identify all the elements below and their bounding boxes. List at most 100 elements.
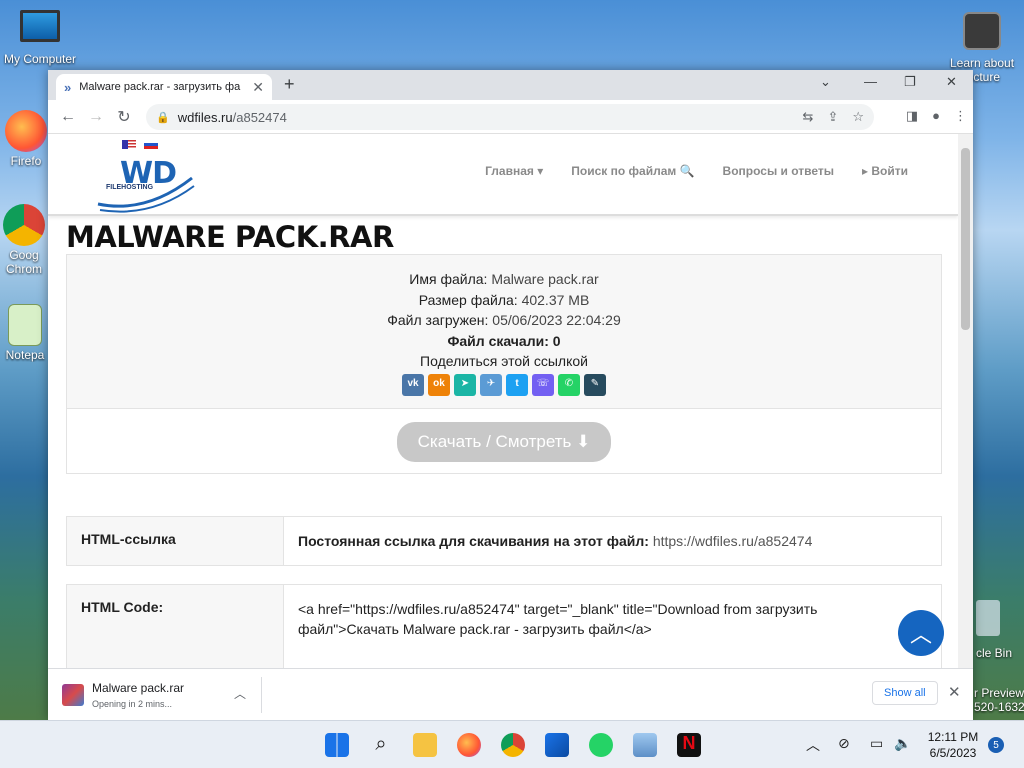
- site-header: WD FILEHOSTING Главная ▾ Поиск по файлам…: [48, 134, 958, 216]
- side-panel-icon[interactable]: ◨: [906, 108, 918, 124]
- taskbar-clock[interactable]: 12:11 PM 6/5/2023: [922, 729, 984, 761]
- back-icon[interactable]: ←: [54, 108, 82, 126]
- livejournal-share-icon[interactable]: ✎: [584, 373, 606, 396]
- chrome-icon: [3, 204, 45, 246]
- file-name-label: Имя файла:: [409, 271, 488, 287]
- volume-icon[interactable]: 🔈: [894, 735, 911, 752]
- browser-window: » Malware pack.rar - загрузить фа ✕ + ⌄ …: [48, 70, 973, 720]
- page-viewport: WD FILEHOSTING Главная ▾ Поиск по файлам…: [48, 134, 958, 668]
- download-item[interactable]: Malware pack.rar Opening in 2 mins... ︿: [62, 677, 262, 713]
- odnoklassniki-share-icon[interactable]: ok: [428, 373, 450, 396]
- store-icon[interactable]: [545, 733, 569, 757]
- ru-flag-icon[interactable]: [144, 140, 158, 149]
- photos-icon[interactable]: [633, 733, 657, 757]
- network-off-icon[interactable]: ⊘: [838, 735, 850, 752]
- html-code-key: HTML Code:: [67, 585, 284, 668]
- download-file-name: Malware pack.rar: [92, 681, 185, 695]
- netflix-icon[interactable]: N: [677, 733, 701, 757]
- html-link-value: Постоянная ссылка для скачивания на этот…: [284, 517, 941, 565]
- twitter-share-icon[interactable]: t: [506, 373, 528, 396]
- start-windows-icon[interactable]: [325, 733, 349, 757]
- menu-icon[interactable]: ⋮: [954, 108, 967, 124]
- url-host: wdfiles.ru: [177, 109, 233, 125]
- close-shelf-icon[interactable]: ✕: [948, 683, 961, 701]
- desktop-icon-firefox[interactable]: Firefo: [0, 110, 52, 168]
- file-name-value: Malware pack.rar: [491, 271, 599, 287]
- translate-icon[interactable]: ⇆: [803, 109, 814, 125]
- device-icon[interactable]: ▭: [870, 735, 883, 752]
- vk-share-icon[interactable]: vk: [402, 373, 424, 396]
- file-info-details: Имя файла: Malware pack.rar Размер файла…: [67, 255, 941, 409]
- tab-strip: » Malware pack.rar - загрузить фа ✕ + ⌄ …: [48, 70, 973, 100]
- bookmark-star-icon[interactable]: ☆: [852, 109, 864, 125]
- us-flag-icon[interactable]: [122, 140, 136, 149]
- profile-icon[interactable]: ●: [932, 108, 940, 124]
- scrollbar-thumb[interactable]: [961, 148, 970, 330]
- chevron-up-icon[interactable]: ︿: [806, 735, 820, 755]
- desktop-watermark: r Preview 520-1632: [974, 686, 1024, 714]
- forward-icon[interactable]: →: [82, 108, 110, 126]
- whatsapp-taskbar-icon[interactable]: [589, 733, 613, 757]
- search-icon[interactable]: ⌕: [369, 733, 393, 757]
- close-window-icon[interactable]: ✕: [946, 74, 957, 90]
- desktop-icon-label: Firefo: [10, 154, 42, 168]
- html-code-value[interactable]: <a href="https://wdfiles.ru/a852474" tar…: [284, 585, 941, 668]
- lock-icon[interactable]: 🔒: [156, 111, 170, 124]
- download-view-button[interactable]: Скачать / Смотреть ⬇: [397, 422, 611, 462]
- download-area: Скачать / Смотреть ⬇: [67, 409, 941, 475]
- notepad-icon: [8, 304, 42, 346]
- maximize-icon[interactable]: ❐: [904, 74, 916, 90]
- desktop-icon-my-computer[interactable]: My Computer: [2, 10, 78, 66]
- chevron-up-icon[interactable]: ︿: [234, 685, 246, 702]
- show-all-downloads-button[interactable]: Show all: [872, 681, 938, 705]
- upload-date-label: Файл загружен:: [387, 312, 489, 328]
- tab-title: Malware pack.rar - загрузить фа: [79, 81, 241, 93]
- permanent-link[interactable]: https://wdfiles.ru/a852474: [653, 533, 813, 549]
- minimize-icon[interactable]: —: [864, 74, 877, 89]
- address-bar[interactable]: 🔒 wdfiles.ru/a852474 ⇆ ⇪ ☆: [146, 104, 874, 130]
- upload-date-line: Файл загружен: 05/06/2023 22:04:29: [67, 310, 941, 331]
- page-scrollbar[interactable]: [958, 134, 973, 668]
- scroll-to-top-button[interactable]: ︿: [898, 610, 944, 656]
- chevron-up-icon: ︿: [909, 622, 932, 647]
- nav-login[interactable]: ▸ Войти: [862, 164, 908, 178]
- nav-search-files[interactable]: Поиск по файлам 🔍: [571, 164, 694, 178]
- tab-search-icon[interactable]: ⌄: [820, 74, 831, 90]
- desktop-icon-notepad[interactable]: Notepa: [0, 304, 50, 362]
- watermark-line: r Preview: [974, 686, 1024, 700]
- monitor-icon: [20, 10, 60, 42]
- site-nav: Главная ▾ Поиск по файлам 🔍 Вопросы и от…: [485, 164, 908, 178]
- nav-faq[interactable]: Вопросы и ответы: [723, 164, 834, 178]
- viber-share-icon[interactable]: ☏: [532, 373, 554, 396]
- browser-tab[interactable]: » Malware pack.rar - загрузить фа ✕: [56, 74, 272, 100]
- watermark-line: 520-1632: [974, 700, 1024, 714]
- camera-icon: [963, 12, 1001, 50]
- telegram-share-icon[interactable]: ✈: [480, 373, 502, 396]
- notification-badge[interactable]: 5: [988, 737, 1004, 753]
- chrome-taskbar-icon[interactable]: [501, 733, 525, 757]
- file-explorer-icon[interactable]: [413, 733, 437, 757]
- download-count: Файл скачали: 0: [447, 332, 561, 349]
- mail-share-icon[interactable]: ➤: [454, 373, 476, 396]
- desktop-icon-label: My Computer: [3, 52, 77, 66]
- file-size-value: 402.37 MB: [521, 291, 590, 308]
- whatsapp-share-icon[interactable]: ✆: [558, 373, 580, 396]
- desktop-icon-chrome[interactable]: Goog Chrom: [0, 204, 48, 276]
- desktop-icon-label: Goog Chrom: [5, 248, 42, 276]
- new-tab-button[interactable]: +: [284, 74, 295, 95]
- desktop-icon-label: cle Bin: [976, 646, 1013, 660]
- reload-icon[interactable]: ↻: [110, 107, 138, 127]
- firefox-taskbar-icon[interactable]: [457, 733, 481, 757]
- download-status: Opening in 2 mins...: [92, 699, 173, 709]
- desktop-icon-recycle-bin[interactable]: cle Bin: [976, 600, 1024, 660]
- nav-home[interactable]: Главная ▾: [485, 164, 543, 178]
- close-tab-icon[interactable]: ✕: [252, 79, 264, 96]
- firefox-icon: [5, 110, 47, 152]
- file-info-box: Имя файла: Malware pack.rar Размер файла…: [66, 254, 942, 474]
- browser-toolbar: ← → ↻ 🔒 wdfiles.ru/a852474 ⇆ ⇪ ☆ ◨ ● ⋮: [48, 100, 973, 134]
- html-link-label: Постоянная ссылка для скачивания на этот…: [298, 533, 649, 549]
- share-icon[interactable]: ⇪: [827, 109, 838, 125]
- clock-date: 6/5/2023: [929, 746, 977, 760]
- taskbar: ⌕ N ︿ ⊘ ▭ 🔈 12:11 PM 6/5/2023 5: [0, 720, 1024, 768]
- site-logo[interactable]: WD FILEHOSTING: [96, 156, 196, 214]
